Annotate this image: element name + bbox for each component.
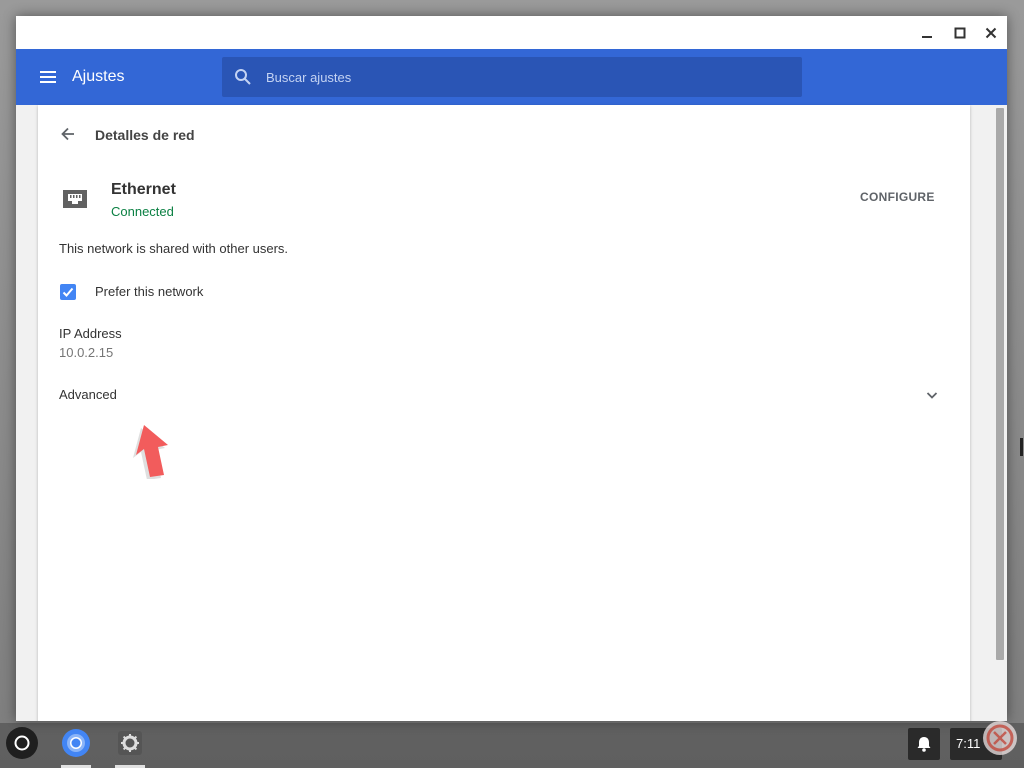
notifications-button[interactable]: [908, 728, 940, 760]
window-titlebar: [16, 16, 1007, 49]
desktop: Ajustes Detalles de red: [0, 0, 1024, 768]
maximize-button[interactable]: [944, 16, 976, 49]
search-box[interactable]: [222, 57, 802, 97]
settings-appbar: Ajustes: [16, 49, 1007, 105]
menu-button[interactable]: [38, 67, 58, 87]
search-input[interactable]: [266, 57, 786, 97]
content-area: Detalles de red Ethernet Connected CONFI…: [16, 105, 1007, 721]
annotation-arrow-icon: [133, 425, 168, 479]
prefer-network-checkbox[interactable]: [60, 284, 76, 300]
search-icon: [235, 69, 251, 85]
chrome-icon: [62, 729, 90, 757]
network-name: Ethernet: [111, 181, 176, 198]
close-button[interactable]: [975, 16, 1007, 49]
shared-network-text: This network is shared with other users.: [59, 241, 289, 256]
prefer-network-label[interactable]: Prefer this network: [95, 284, 203, 299]
ethernet-icon: [63, 190, 87, 208]
page-title: Detalles de red: [95, 127, 195, 143]
settings-window: Ajustes Detalles de red: [16, 16, 1007, 721]
minimize-button[interactable]: [911, 16, 943, 49]
maximize-icon: [954, 27, 966, 38]
watermark-logo-icon: [983, 721, 1017, 755]
launcher-icon: [14, 735, 30, 751]
close-icon: [985, 27, 997, 38]
ip-address-value: 10.0.2.15: [59, 345, 114, 360]
chevron-down-icon: [926, 392, 938, 399]
ip-address-label: IP Address: [59, 326, 122, 341]
settings-app-button[interactable]: [113, 726, 147, 760]
chrome-app-button[interactable]: [59, 726, 93, 760]
network-status: Connected: [111, 204, 174, 219]
minimize-icon: [922, 35, 932, 38]
configure-button[interactable]: CONFIGURE: [860, 190, 935, 204]
hamburger-menu-icon: [40, 71, 56, 83]
advanced-section-toggle[interactable]: Advanced: [38, 377, 970, 413]
shelf: 7:11: [0, 723, 1024, 768]
expand-advanced-button[interactable]: [922, 385, 942, 405]
arrow-back-icon: [61, 127, 74, 141]
scrollbar[interactable]: [994, 105, 1007, 721]
app-title: Ajustes: [72, 68, 125, 85]
bell-icon: [917, 737, 931, 752]
checkmark-icon: [62, 287, 74, 297]
scrollbar-thumb[interactable]: [996, 108, 1004, 660]
back-button[interactable]: [58, 124, 78, 144]
gear-icon: [118, 731, 142, 755]
launcher-button[interactable]: [6, 727, 38, 759]
advanced-label: Advanced: [59, 387, 117, 402]
network-details-card: Detalles de red Ethernet Connected CONFI…: [38, 105, 970, 721]
text-cursor-icon: [1020, 438, 1023, 456]
